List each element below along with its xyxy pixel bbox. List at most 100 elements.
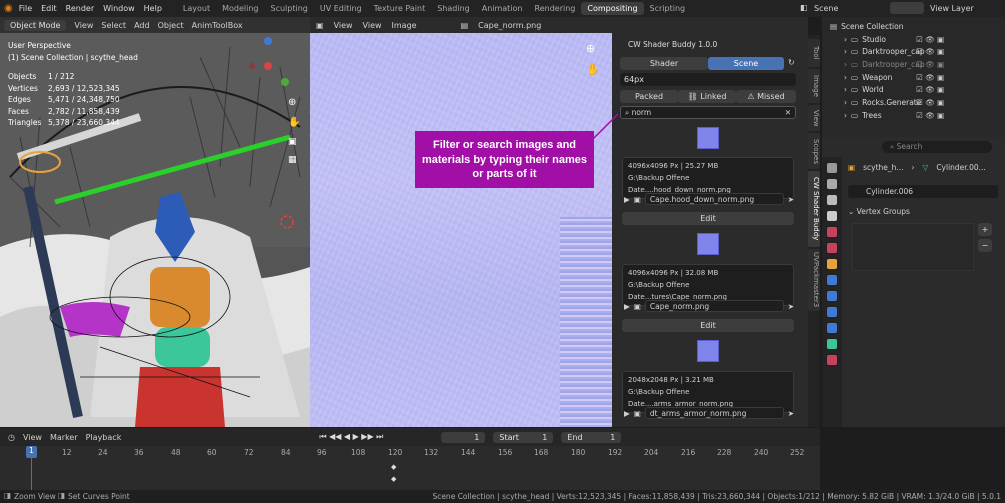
outliner-item[interactable]: › ▭ Darktrooper_cap ☑ 👁 ▣	[830, 45, 1001, 58]
visibility-icons[interactable]: ☑ 👁 ▣	[916, 35, 944, 44]
tool-tab-icon[interactable]	[827, 163, 837, 173]
select-cursor-icon[interactable]: ➤	[788, 409, 794, 418]
expand-icon[interactable]: ›	[844, 47, 847, 56]
tab-shading[interactable]: Shading	[431, 2, 476, 15]
outliner-item[interactable]: › ▭ World ☑ 👁 ▣	[830, 83, 1001, 96]
edit-button[interactable]: Edit	[622, 212, 794, 225]
menu-render[interactable]: Render	[66, 4, 94, 13]
add-group-button[interactable]: +	[978, 223, 992, 236]
expand-icon[interactable]: ›	[844, 60, 847, 69]
tab-view[interactable]: View	[808, 105, 820, 131]
outliner-item[interactable]: › ▭ Rocks.Generate ☑ 👁 ▣	[830, 96, 1001, 109]
tab-scopes[interactable]: Scopes	[808, 133, 820, 169]
viewport-menu-object[interactable]: Object	[158, 21, 184, 30]
tab-texture-paint[interactable]: Texture Paint	[368, 2, 432, 15]
visibility-icons[interactable]: ☑ 👁 ▣	[916, 111, 944, 120]
clock-icon[interactable]: ◷	[8, 433, 15, 442]
visibility-icons[interactable]: ☑ 👁 ▣	[916, 98, 944, 107]
outliner-item[interactable]: › ▭ Darktrooper_cap ☐ 👁 ▣	[830, 58, 1001, 71]
object-mode-dropdown[interactable]: Object Mode	[4, 19, 67, 31]
select-cursor-icon[interactable]: ➤	[788, 302, 794, 311]
keyframe-icon[interactable]: ◆	[391, 463, 396, 471]
viewport-menu-animtoolbox[interactable]: AnimToolBox	[192, 21, 243, 30]
pan-hand-icon[interactable]: ✋	[288, 117, 300, 128]
expand-icon[interactable]: ›	[844, 98, 847, 107]
current-frame-field[interactable]: 1	[441, 431, 486, 443]
image-name-field[interactable]: Cape_norm.png	[478, 21, 541, 30]
vertex-groups-list[interactable]	[852, 223, 974, 271]
visibility-icons[interactable]: ☑ 👁 ▣	[916, 47, 944, 56]
outliner-item[interactable]: › ▭ Weapon ☑ 👁 ▣	[830, 71, 1001, 84]
visibility-icons[interactable]: ☑ 👁 ▣	[916, 73, 944, 82]
size-dropdown[interactable]: 64px	[620, 73, 796, 86]
view-layer-name[interactable]: View Layer	[930, 4, 974, 13]
expand-icon[interactable]: ▶	[624, 302, 630, 311]
tab-animation[interactable]: Animation	[476, 2, 529, 15]
outliner-root[interactable]: ▤ Scene Collection	[830, 20, 1001, 33]
physics-tab-icon[interactable]	[827, 307, 837, 317]
properties-search[interactable]: ⌕ Search	[882, 141, 992, 153]
packed-toggle[interactable]: Packed	[620, 90, 678, 103]
editor-type-icon[interactable]: ▣	[316, 21, 324, 30]
tab-rendering[interactable]: Rendering	[529, 2, 582, 15]
timeline-menu-marker[interactable]: Marker	[50, 433, 78, 442]
search-field[interactable]	[890, 2, 924, 14]
linked-toggle[interactable]: ⛓ Linked	[678, 90, 736, 103]
missed-toggle[interactable]: ⚠ Missed	[736, 90, 796, 103]
expand-icon[interactable]: ›	[844, 85, 847, 94]
frame-ruler[interactable]: 1 12 24 36 48 60 72 84 96 108 120 132 14…	[0, 446, 820, 490]
edit-button[interactable]: Edit	[622, 319, 794, 332]
viewport-menu-select[interactable]: Select	[101, 21, 126, 30]
expand-icon[interactable]: ›	[844, 111, 847, 120]
tab-layout[interactable]: Layout	[177, 2, 216, 15]
menu-file[interactable]: File	[19, 4, 32, 13]
expand-icon[interactable]: ▶	[624, 409, 630, 418]
zoom-icon[interactable]: ⊕	[288, 97, 296, 108]
tab-uv-editing[interactable]: UV Editing	[314, 2, 368, 15]
playback-controls[interactable]: ⏮ ◀◀ ◀ ▶ ▶▶ ⏭	[319, 432, 383, 442]
viewport-menu-view[interactable]: View	[74, 21, 93, 30]
visibility-icons[interactable]: ☑ 👁 ▣	[916, 85, 944, 94]
scene-tab-icon[interactable]	[827, 227, 837, 237]
expand-icon[interactable]: ▶	[624, 195, 630, 204]
world-tab-icon[interactable]	[827, 243, 837, 253]
constraints-tab-icon[interactable]	[827, 323, 837, 333]
tab-sculpting[interactable]: Sculpting	[265, 2, 314, 15]
object-tab-icon[interactable]	[827, 259, 837, 269]
timeline-menu-playback[interactable]: Playback	[86, 433, 122, 442]
image-menu-view-2[interactable]: View	[363, 21, 382, 30]
select-cursor-icon[interactable]: ➤	[788, 195, 794, 204]
image-menu-view[interactable]: View	[334, 21, 353, 30]
image-name-field[interactable]: Cape_norm.png	[644, 300, 784, 312]
image-editor[interactable]: ▣ View View Image ▤ Cape_norm.png ⊕ ✋	[310, 17, 612, 427]
tab-scripting[interactable]: Scripting	[644, 2, 692, 15]
render-tab-icon[interactable]	[827, 179, 837, 189]
tab-shader[interactable]: Shader	[620, 57, 708, 70]
image-menu-image[interactable]: Image	[392, 21, 417, 30]
menu-edit[interactable]: Edit	[41, 4, 57, 13]
menu-window[interactable]: Window	[103, 4, 135, 13]
vertex-groups-header[interactable]: ⌄ Vertex Groups	[848, 207, 1003, 216]
outliner-item[interactable]: › ▭ Studio ☑ 👁 ▣	[830, 33, 1001, 46]
keyframe-icon[interactable]: ◆	[391, 475, 396, 483]
refresh-icon[interactable]: ↻	[788, 58, 795, 67]
blender-logo-icon[interactable]: ◉	[4, 3, 13, 14]
tab-cw-shader-buddy[interactable]: CW Shader Buddy	[808, 171, 820, 247]
image-name-field[interactable]: dt_arms_armor_norm.png	[644, 407, 784, 419]
visibility-icons[interactable]: ☐ 👁 ▣	[916, 60, 944, 69]
tab-image[interactable]: Image	[808, 69, 820, 103]
timeline-menu-view[interactable]: View	[23, 433, 42, 442]
mesh-name-field[interactable]: Cylinder.006	[848, 185, 998, 198]
clear-search-icon[interactable]: ✕	[785, 107, 791, 118]
tab-uvpackmaster3[interactable]: UVPackmaster3	[808, 249, 820, 311]
scene-name[interactable]: Scene	[814, 4, 838, 13]
tab-modeling[interactable]: Modeling	[216, 2, 264, 15]
output-tab-icon[interactable]	[827, 195, 837, 205]
3d-viewport[interactable]: Object Mode View Select Add Object AnimT…	[0, 17, 310, 427]
expand-icon[interactable]: ›	[844, 73, 847, 82]
modifier-tab-icon[interactable]	[827, 275, 837, 285]
viewport-menu-add[interactable]: Add	[134, 21, 150, 30]
pan-hand-icon[interactable]: ✋	[586, 63, 600, 76]
data-tab-icon[interactable]	[827, 339, 837, 349]
remove-group-button[interactable]: −	[978, 239, 992, 252]
